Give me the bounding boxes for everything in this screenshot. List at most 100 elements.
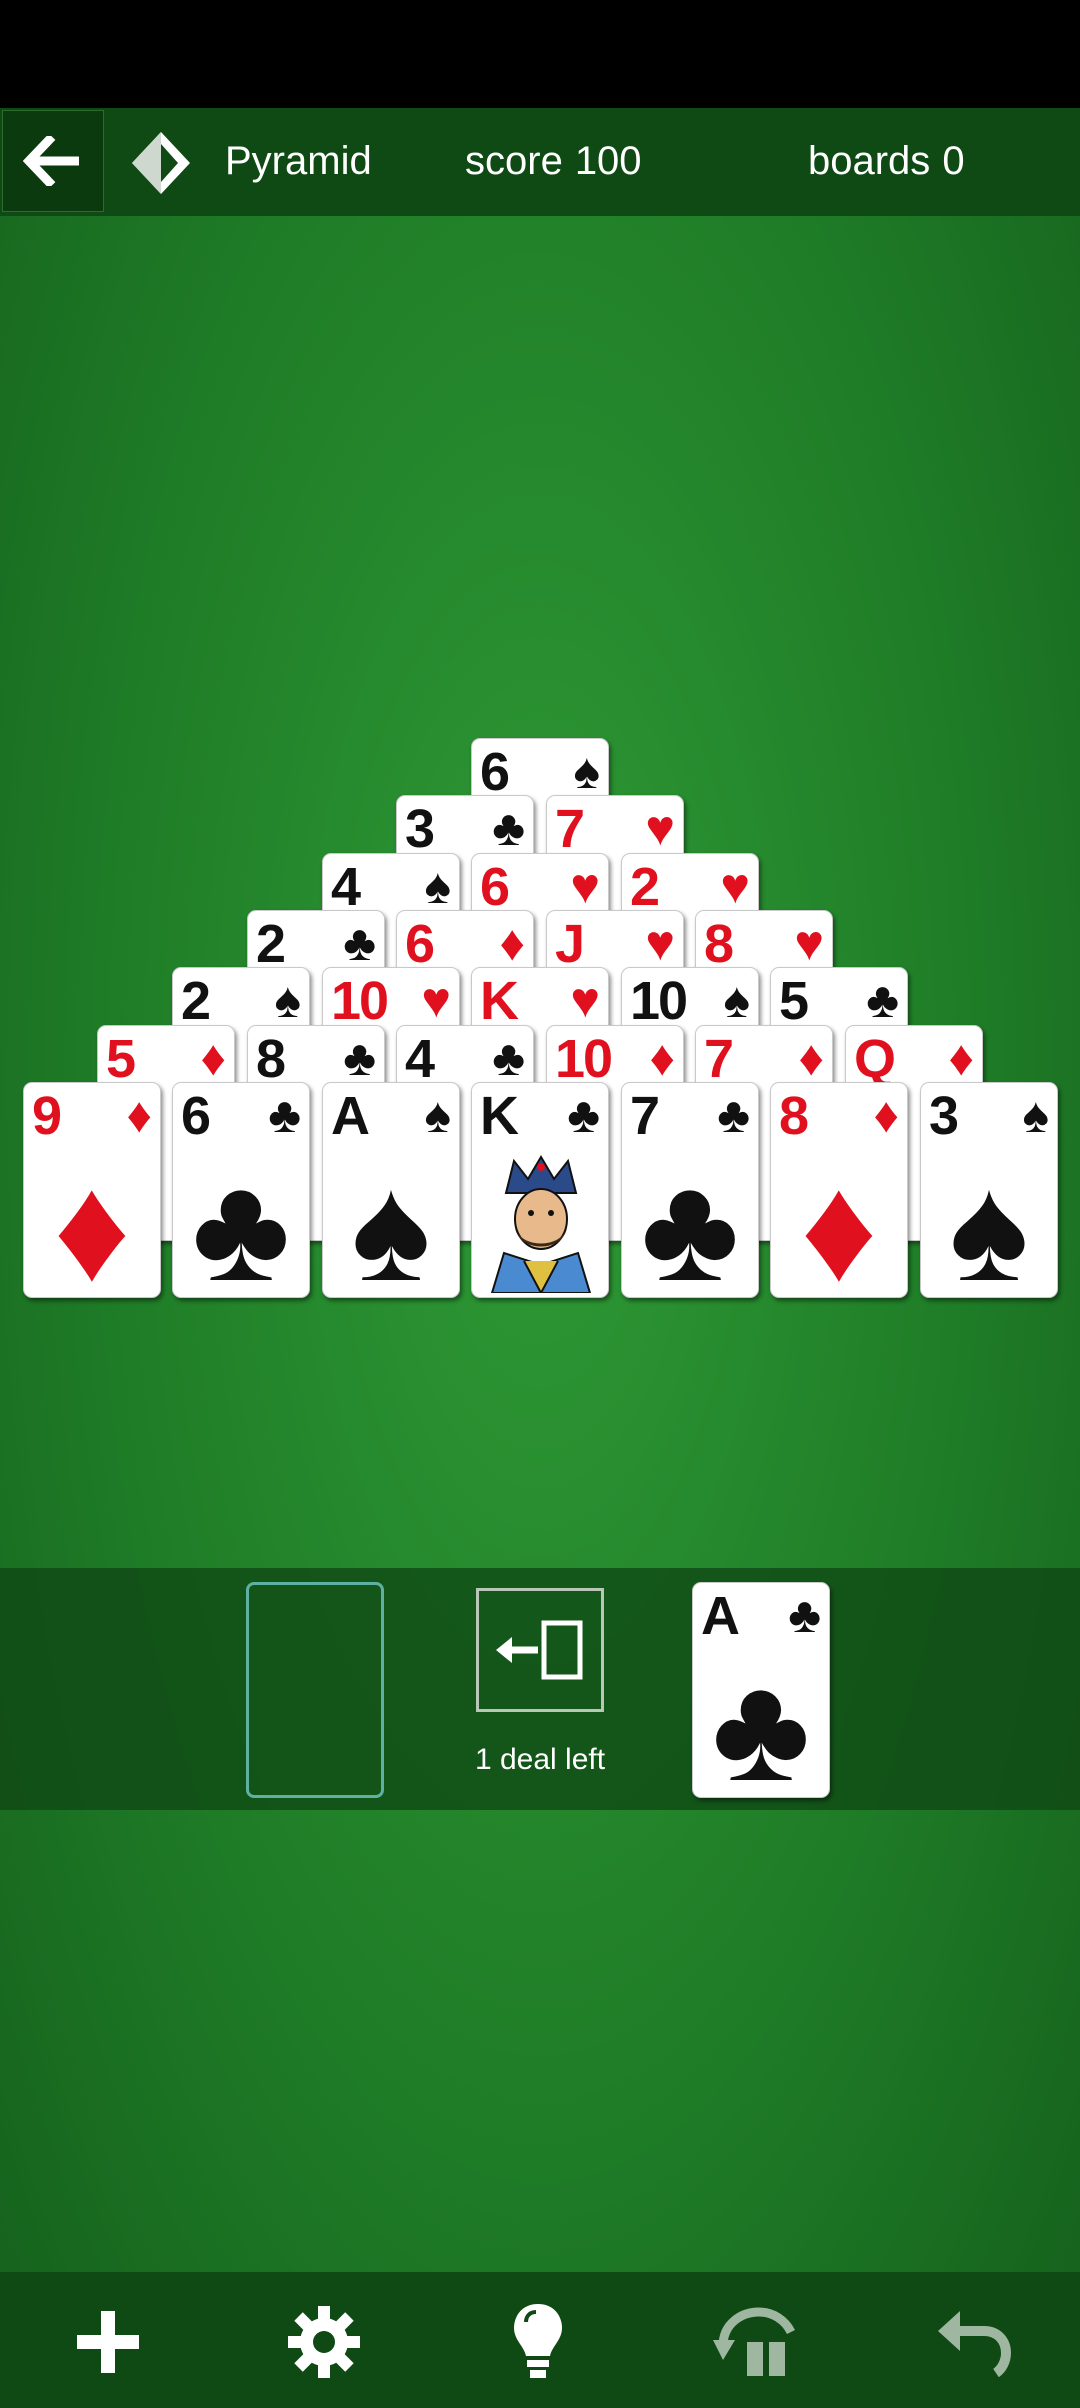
card-rank: 3	[405, 799, 435, 859]
card-rank: 7	[630, 1086, 660, 1146]
card-suit-large: ♦	[800, 1144, 878, 1298]
bottom-toolbar	[0, 2272, 1080, 2408]
card-suit: ♦	[649, 1030, 675, 1086]
card-suit: ♦	[873, 1087, 899, 1143]
card-suit: ♦	[948, 1030, 974, 1086]
card-rank: Q	[854, 1029, 896, 1089]
card-suit: ♣	[717, 1087, 750, 1143]
card-suit: ♣	[343, 1030, 376, 1086]
card-suit: ♥	[570, 972, 600, 1028]
card-rank: 10	[630, 971, 688, 1031]
pyramid-logo-icon	[132, 132, 190, 194]
pyramid-card[interactable]: 7 ♣ ♣	[621, 1082, 759, 1298]
card-rank: 8	[704, 914, 734, 974]
card-suit-large: ♠	[949, 1144, 1029, 1298]
empty-card-slot[interactable]	[246, 1582, 384, 1798]
top-bar: Pyramid score 100 boards 0	[0, 108, 1080, 216]
pyramid-card[interactable]: 3 ♠ ♠	[920, 1082, 1058, 1298]
card-suit: ♣	[866, 972, 899, 1028]
arrow-left-icon	[23, 136, 79, 186]
waste-card[interactable]: A ♣ ♣	[692, 1582, 830, 1798]
boards-value: 0	[942, 139, 965, 183]
card-rank: K	[480, 971, 519, 1031]
card-suit: ♠	[723, 972, 750, 1028]
hint-button[interactable]	[488, 2292, 588, 2392]
undo-icon	[938, 2311, 1012, 2377]
card-rank: 6	[480, 857, 510, 917]
card-suit: ♣	[567, 1087, 600, 1143]
lightbulb-icon	[514, 2304, 562, 2378]
card-suit-large: ♠	[351, 1144, 431, 1298]
redeal-arrow-icon	[496, 1620, 583, 1680]
card-suit: ♣	[788, 1587, 821, 1643]
card-suit-large: ♣	[640, 1144, 740, 1298]
score-display: score 100	[465, 136, 654, 186]
card-rank: 7	[704, 1029, 734, 1089]
pyramid-card[interactable]: A ♠ ♠	[322, 1082, 460, 1298]
redeal-stock-button[interactable]	[476, 1588, 604, 1712]
card-suit: ♣	[492, 1030, 525, 1086]
deals-left-label: 1 deal left	[474, 1743, 606, 1776]
pyramid-card[interactable]: 8 ♦ ♦	[770, 1082, 908, 1298]
pyramid-card[interactable]: 9 ♦ ♦	[23, 1082, 161, 1298]
card-rank: A	[331, 1086, 370, 1146]
card-rank: 10	[555, 1029, 613, 1089]
pyramid-card[interactable]: K ♣	[471, 1082, 609, 1298]
undo-button[interactable]	[924, 2292, 1024, 2392]
card-suit: ♣	[343, 915, 376, 971]
gear-icon	[288, 2306, 360, 2378]
card-rank: 6	[480, 742, 510, 802]
card-suit: ♥	[645, 915, 675, 971]
card-rank: K	[480, 1086, 519, 1146]
card-rank: 5	[779, 971, 809, 1031]
card-rank: 4	[331, 857, 361, 917]
card-suit: ♦	[499, 915, 525, 971]
score-value: 100	[574, 139, 642, 183]
card-rank: 6	[181, 1086, 211, 1146]
card-suit: ♦	[798, 1030, 824, 1086]
card-suit: ♥	[794, 915, 824, 971]
card-suit: ♦	[200, 1030, 226, 1086]
card-suit: ♠	[573, 743, 600, 799]
card-rank: 5	[106, 1029, 136, 1089]
card-suit: ♠	[424, 1087, 451, 1143]
card-suit: ♥	[720, 858, 750, 914]
card-suit: ♠	[1022, 1087, 1049, 1143]
deal-arrow-icon	[713, 2307, 796, 2376]
card-suit-large: ♦	[53, 1144, 131, 1298]
card-suit: ♥	[645, 800, 675, 856]
card-rank: 8	[779, 1086, 809, 1146]
card-rank: 6	[405, 914, 435, 974]
boards-display: boards 0	[808, 136, 977, 186]
game-title: Pyramid	[225, 139, 372, 183]
new-game-button[interactable]	[58, 2292, 158, 2392]
card-suit: ♦	[126, 1087, 152, 1143]
boards-label: boards	[808, 139, 931, 183]
settings-button[interactable]	[274, 2292, 374, 2392]
card-rank: A	[701, 1586, 740, 1646]
deal-button[interactable]	[706, 2292, 806, 2392]
king-face-art	[484, 1153, 598, 1293]
card-rank: 3	[929, 1086, 959, 1146]
status-bar	[0, 0, 1080, 108]
back-button[interactable]	[2, 110, 104, 212]
plus-icon	[77, 2311, 139, 2373]
card-suit: ♣	[492, 800, 525, 856]
card-rank: 10	[331, 971, 389, 1031]
card-rank: 7	[555, 799, 585, 859]
score-label: score	[465, 139, 563, 183]
card-suit-large: ♣	[191, 1144, 291, 1298]
card-rank: 4	[405, 1029, 435, 1089]
stock-tray: 1 deal left A ♣ ♣	[0, 1568, 1080, 1810]
card-suit-large: ♣	[711, 1644, 811, 1798]
card-rank: 9	[32, 1086, 62, 1146]
card-rank: 2	[181, 971, 211, 1031]
card-rank: J	[555, 914, 585, 974]
card-rank: 2	[256, 914, 286, 974]
card-suit: ♣	[268, 1087, 301, 1143]
pyramid-card[interactable]: 6 ♣ ♣	[172, 1082, 310, 1298]
card-suit: ♠	[274, 972, 301, 1028]
card-suit: ♥	[570, 858, 600, 914]
card-rank: 2	[630, 857, 660, 917]
card-suit: ♠	[424, 858, 451, 914]
